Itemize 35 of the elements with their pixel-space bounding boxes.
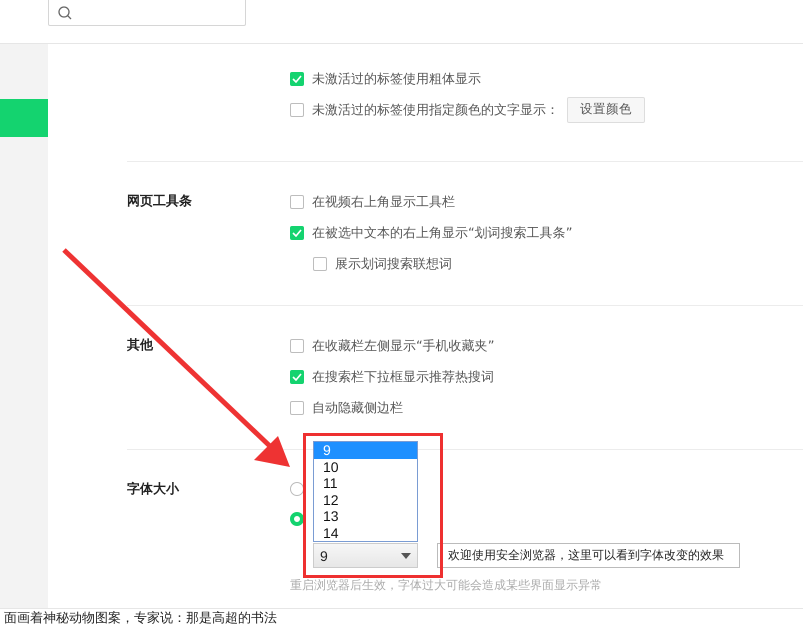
checkbox[interactable] — [290, 400, 304, 414]
section-title: 字体大小 — [127, 482, 179, 497]
option-label: 在搜索栏下拉框显示推荐热搜词 — [312, 368, 494, 386]
option-label: 自动隐藏侧边栏 — [312, 400, 403, 416]
checkbox[interactable] — [290, 102, 304, 116]
radio-button[interactable] — [290, 482, 304, 496]
caret-icon — [401, 552, 411, 558]
search-icon — [58, 6, 72, 20]
checkbox[interactable] — [313, 256, 327, 270]
option-label: 展示划词搜索联想词 — [335, 256, 452, 272]
font-preview: 欢迎使用安全浏览器，这里可以看到字体改变的效果 — [437, 543, 740, 568]
dropdown-option[interactable]: 14 — [314, 524, 417, 541]
option-label: 在收藏栏左侧显示“手机收藏夹” — [312, 338, 494, 354]
radio-button[interactable] — [290, 512, 304, 526]
checkbox[interactable] — [290, 72, 304, 86]
font-size-select[interactable]: 9 — [313, 543, 418, 568]
dropdown-option[interactable]: 12 — [314, 492, 417, 508]
search-field[interactable] — [48, 0, 246, 26]
sidebar-item[interactable] — [0, 99, 48, 137]
checkbox[interactable] — [290, 194, 304, 208]
footer-text: 面画着神秘动物图案，专家说：那是高超的书法 — [4, 610, 277, 624]
section-title: 网页工具条 — [127, 194, 192, 209]
set-color-button[interactable]: 设置颜色 — [567, 96, 645, 122]
checkbox[interactable] — [290, 226, 304, 240]
option-label: 在被选中文本的右上角显示“划词搜索工具条” — [312, 224, 572, 242]
option-label: 未激活过的标签使用指定颜色的文字显示： — [312, 102, 559, 118]
dropdown-option[interactable]: 10 — [314, 458, 417, 475]
section-title: 其他 — [127, 338, 153, 353]
dropdown-option[interactable]: 13 — [314, 508, 417, 524]
checkbox[interactable] — [290, 338, 304, 352]
hint-text: 重启浏览器后生效，字体过大可能会造成某些界面显示异常 — [290, 578, 603, 592]
dropdown-option[interactable]: 11 — [314, 475, 417, 492]
option-label: 未激活过的标签使用粗体显示 — [312, 70, 481, 88]
option-label: 在视频右上角显示工具栏 — [312, 194, 455, 210]
checkbox[interactable] — [290, 370, 304, 384]
